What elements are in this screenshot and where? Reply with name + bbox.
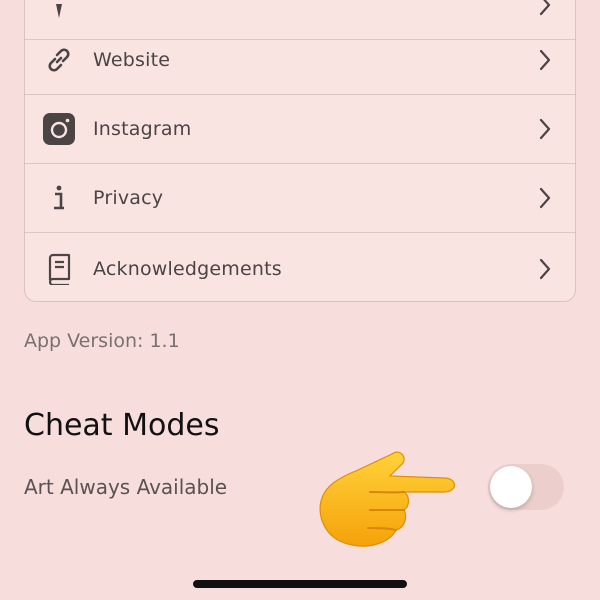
- cheat-modes-heading: Cheat Modes: [24, 408, 220, 443]
- pointing-hand-icon: [319, 451, 456, 547]
- chevron-right-icon: [539, 118, 551, 140]
- location-pin-icon: [43, 0, 75, 21]
- settings-row-label: Instagram: [93, 118, 192, 140]
- app-version-text: App Version: 1.1: [24, 330, 180, 352]
- settings-row-label: Website: [93, 49, 171, 71]
- chevron-right-icon: [539, 258, 551, 279]
- chevron-right-icon: [539, 49, 551, 71]
- chevron-right-icon: [539, 187, 551, 209]
- chevron-right-icon: [539, 0, 551, 16]
- settings-screen: Website Instagram Privacy Acknowledgemen…: [0, 0, 600, 600]
- settings-list-card: Website Instagram Privacy Acknowledgemen…: [24, 0, 576, 302]
- settings-row-label: Acknowledgements: [93, 257, 282, 280]
- art-always-available-label: Art Always Available: [24, 475, 228, 499]
- settings-row-acknowledgements[interactable]: Acknowledgements: [25, 234, 575, 301]
- settings-row-instagram[interactable]: Instagram: [25, 95, 575, 164]
- toggle-knob: [490, 466, 532, 508]
- book-icon: [43, 253, 75, 285]
- art-always-available-toggle[interactable]: [488, 464, 564, 510]
- instagram-icon: [43, 113, 75, 145]
- home-indicator: [193, 580, 407, 588]
- info-icon: [43, 182, 75, 214]
- link-icon: [43, 44, 75, 76]
- settings-row-privacy[interactable]: Privacy: [25, 164, 575, 233]
- settings-row-website[interactable]: Website: [25, 26, 575, 95]
- settings-row-label: Privacy: [93, 187, 164, 209]
